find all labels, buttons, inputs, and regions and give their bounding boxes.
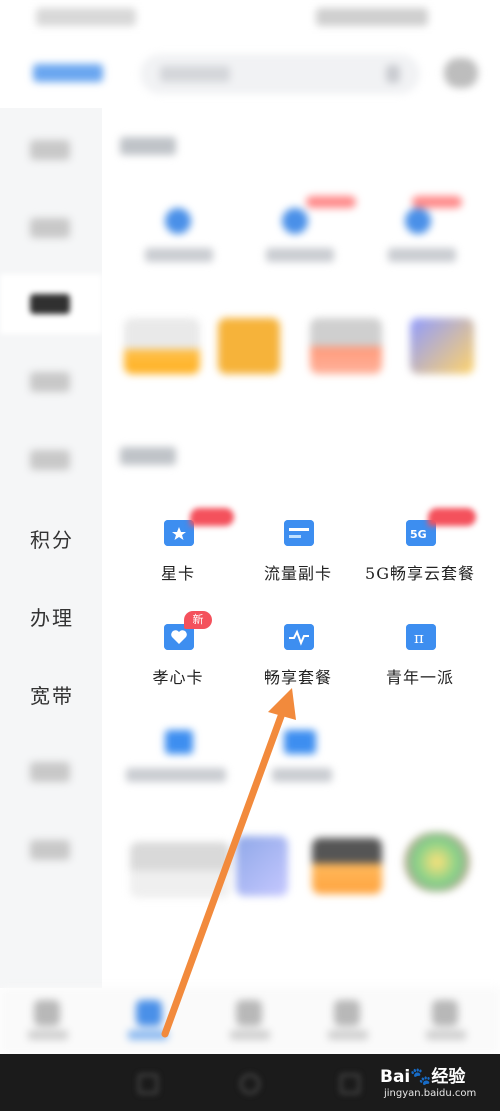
- promo-banner[interactable]: [218, 318, 280, 374]
- category-sidebar: 积分 办理 宽带: [0, 108, 102, 988]
- baidu-jingyan-watermark: Bai🐾经验 jingyan.baidu.com: [380, 1058, 496, 1110]
- entry-icon[interactable]: [282, 208, 308, 234]
- recents-button[interactable]: [340, 1074, 360, 1094]
- entry-label: [145, 248, 213, 262]
- promo-banner[interactable]: [310, 318, 382, 374]
- sidebar-item[interactable]: [0, 820, 102, 880]
- product-name: 孝心卡: [152, 668, 204, 687]
- pi-icon: π: [406, 624, 436, 650]
- sidebar-item[interactable]: [0, 742, 102, 802]
- pulse-card-icon: [284, 624, 314, 650]
- status-bar: [0, 0, 500, 36]
- svg-text:π: π: [414, 629, 424, 647]
- product-name: 星卡: [160, 564, 195, 583]
- watermark-url: jingyan.baidu.com: [384, 1088, 477, 1099]
- product-item[interactable]: 5G 5G畅享云套餐: [360, 520, 480, 616]
- sidebar-item-label: 积分: [30, 528, 74, 552]
- product-label: [272, 768, 332, 782]
- sidebar-item[interactable]: [0, 352, 102, 412]
- sidebar-item-broadband[interactable]: 宽带: [0, 664, 102, 724]
- nav-label: [426, 1030, 466, 1040]
- product-item[interactable]: π 青年一派: [360, 624, 480, 720]
- nav-label: [230, 1030, 270, 1040]
- promo-banner[interactable]: [236, 836, 288, 896]
- sidebar-item-label: 宽带: [30, 684, 74, 708]
- section-title: [120, 447, 176, 465]
- watermark-brand: Bai🐾经验: [380, 1067, 466, 1087]
- nav-label: [28, 1030, 68, 1040]
- product-icon[interactable]: [165, 730, 193, 754]
- sidebar-item-label: 办理: [30, 606, 74, 630]
- sidebar-item-handle[interactable]: 办理: [0, 586, 102, 646]
- svg-text:5G: 5G: [410, 528, 427, 541]
- carrier-signal: [36, 8, 136, 26]
- bottom-nav: [0, 988, 500, 1054]
- product-label: [126, 768, 226, 782]
- product-name: 5G畅享云套餐: [365, 564, 475, 583]
- back-button[interactable]: [138, 1074, 158, 1094]
- nav-tab-icon[interactable]: [334, 1000, 360, 1026]
- entry-badge: [412, 196, 462, 208]
- nav-home-icon[interactable]: [34, 1000, 60, 1026]
- product-name: 青年一派: [385, 668, 454, 687]
- nav-tab-icon[interactable]: [236, 1000, 262, 1026]
- product-name: 畅享套餐: [263, 668, 332, 687]
- promo-banner[interactable]: [130, 842, 230, 898]
- nav-me-icon[interactable]: [432, 1000, 458, 1026]
- new-badge: 新: [184, 611, 212, 629]
- promo-banner[interactable]: [404, 832, 470, 892]
- product-item[interactable]: 孝心卡: [118, 624, 238, 720]
- search-input[interactable]: [140, 54, 420, 94]
- voice-icon[interactable]: [386, 65, 400, 83]
- product-item[interactable]: 畅享套餐: [238, 624, 358, 720]
- entry-label: [388, 248, 456, 262]
- product-icon[interactable]: [284, 730, 316, 754]
- nav-handle-icon[interactable]: [136, 1000, 162, 1026]
- message-icon[interactable]: [444, 58, 478, 88]
- sidebar-item[interactable]: [0, 120, 102, 180]
- promo-banner[interactable]: [312, 838, 382, 894]
- entry-badge: [306, 196, 356, 208]
- status-icons: [316, 8, 428, 26]
- product-item[interactable]: 星卡: [118, 520, 238, 616]
- header: [0, 40, 500, 106]
- product-item[interactable]: 流量副卡: [238, 520, 358, 616]
- product-name: 流量副卡: [263, 564, 332, 583]
- entry-icon[interactable]: [165, 208, 191, 234]
- product-badge: [190, 508, 234, 526]
- section-title: [120, 137, 176, 155]
- sidebar-item[interactable]: [0, 198, 102, 258]
- sidebar-item[interactable]: [0, 430, 102, 490]
- nav-label: [128, 1030, 168, 1040]
- location-selector[interactable]: [33, 64, 103, 82]
- entry-label: [266, 248, 334, 262]
- home-button[interactable]: [240, 1074, 260, 1094]
- sidebar-item-active[interactable]: [0, 274, 102, 334]
- promo-banner[interactable]: [124, 318, 200, 374]
- product-badge: [428, 508, 476, 526]
- nav-label: [328, 1030, 368, 1040]
- sidebar-item-points[interactable]: 积分: [0, 508, 102, 568]
- search-placeholder: [160, 66, 230, 82]
- entry-icon[interactable]: [405, 208, 431, 234]
- promo-banner[interactable]: [410, 318, 474, 374]
- data-card-icon: [284, 520, 314, 546]
